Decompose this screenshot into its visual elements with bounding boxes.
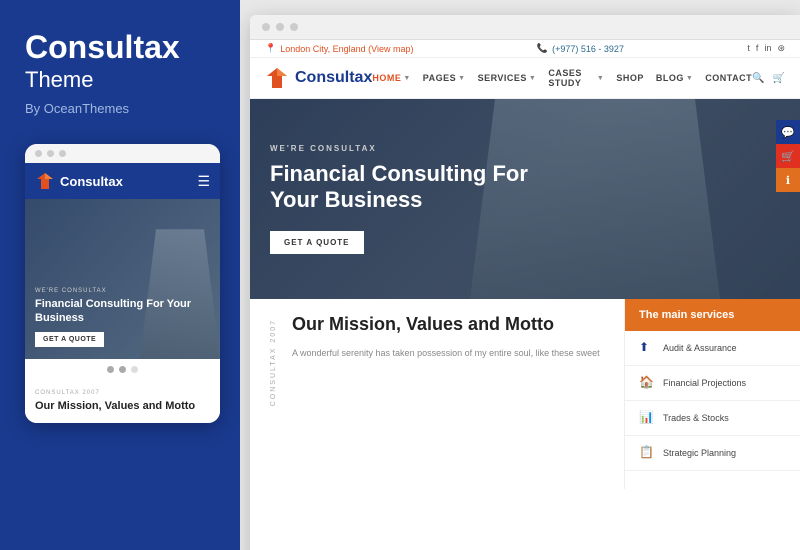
service-label-trades: Trades & Stocks bbox=[663, 413, 729, 423]
phone-icon: 📞 bbox=[537, 43, 548, 54]
desktop-brand-name: Consultax bbox=[295, 69, 372, 87]
service-label-financial: Financial Projections bbox=[663, 378, 746, 388]
mobile-pre-title: WE'RE CONSULTAX bbox=[35, 288, 210, 294]
facebook-icon[interactable]: f bbox=[756, 43, 759, 54]
nav-link-contact[interactable]: CONTACT bbox=[705, 73, 752, 83]
hero-content: WE'RE CONSULTAX Financial Consulting For… bbox=[270, 144, 530, 255]
mobile-logo-icon bbox=[35, 171, 55, 191]
left-panel: Consultax Theme By OceanThemes Consultax… bbox=[0, 0, 240, 550]
phone-text: 📞 (+977) 516 - 3927 bbox=[537, 43, 624, 54]
mobile-dot-3 bbox=[59, 150, 66, 157]
service-item-trades[interactable]: 📊 Trades & Stocks bbox=[625, 401, 800, 436]
action-btn-info[interactable]: ℹ bbox=[776, 168, 800, 192]
content-body: Our Mission, Values and Motto A wonderfu… bbox=[292, 314, 604, 360]
mobile-dot-1 bbox=[35, 150, 42, 157]
browser-dot-2 bbox=[276, 23, 284, 31]
nav-link-shop[interactable]: SHOP bbox=[616, 73, 644, 83]
cart-icon[interactable]: 🛒 bbox=[773, 73, 785, 84]
chevron-down-icon: ▼ bbox=[529, 75, 536, 82]
nav-link-blog[interactable]: BLOG ▼ bbox=[656, 73, 693, 83]
desktop-logo-area: Consultax bbox=[265, 66, 372, 90]
location-pin-icon: 📍 bbox=[265, 43, 276, 54]
browser-top-bar bbox=[250, 15, 800, 40]
nav-link-cases[interactable]: CASES STUDY ▼ bbox=[548, 68, 604, 88]
financial-icon: 🏠 bbox=[639, 375, 655, 391]
mobile-logo-area: Consultax bbox=[35, 171, 123, 191]
mobile-nav-dot-3[interactable] bbox=[131, 366, 138, 373]
hero-title: Financial Consulting For Your Business bbox=[270, 161, 530, 214]
mobile-dot-2 bbox=[47, 150, 54, 157]
browser-dot-1 bbox=[262, 23, 270, 31]
trades-icon: 📊 bbox=[639, 410, 655, 426]
action-btn-chat[interactable]: 💬 bbox=[776, 120, 800, 144]
mobile-nav-dot-1[interactable] bbox=[107, 366, 114, 373]
service-label-audit: Audit & Assurance bbox=[663, 343, 737, 353]
chevron-down-icon: ▼ bbox=[686, 75, 693, 82]
hamburger-icon[interactable]: ☰ bbox=[197, 173, 210, 190]
desktop-logo-icon bbox=[265, 66, 289, 90]
browser-mockup: 📍 London City, England (View map) 📞 (+97… bbox=[250, 15, 800, 550]
content-main: CONSULTAX 2007 Our Mission, Values and M… bbox=[250, 299, 625, 489]
mobile-top-bar bbox=[25, 144, 220, 163]
service-item-financial[interactable]: 🏠 Financial Projections bbox=[625, 366, 800, 401]
content-title: Our Mission, Values and Motto bbox=[292, 314, 604, 336]
strategic-icon: 📋 bbox=[639, 445, 655, 461]
social-icons: t f in ⊛ bbox=[747, 43, 785, 54]
twitter-icon[interactable]: t bbox=[747, 43, 750, 54]
mobile-mockup: Consultax ☰ WE'RE CONSULTAX Financial Co… bbox=[25, 144, 220, 423]
mobile-dots-bar bbox=[25, 359, 220, 380]
right-action-bar: 💬 🛒 ℹ bbox=[776, 120, 800, 192]
brand-subtitle: Theme bbox=[25, 67, 215, 93]
chevron-down-icon: ▼ bbox=[597, 75, 604, 82]
brand-title: Consultax bbox=[25, 30, 215, 65]
desktop-nav-icons: 🔍 🛒 bbox=[752, 73, 785, 84]
search-icon[interactable]: 🔍 bbox=[752, 73, 764, 84]
action-btn-cart[interactable]: 🛒 bbox=[776, 144, 800, 168]
rss-icon[interactable]: ⊛ bbox=[777, 43, 785, 54]
services-sidebar: The main services ⬆ Audit & Assurance 🏠 … bbox=[625, 299, 800, 489]
mobile-brand-name: Consultax bbox=[60, 174, 123, 189]
mobile-mission-title: Our Mission, Values and Motto bbox=[35, 399, 210, 413]
service-label-strategic: Strategic Planning bbox=[663, 448, 736, 458]
hero-pre-title: WE'RE CONSULTAX bbox=[270, 144, 530, 153]
service-item-audit[interactable]: ⬆ Audit & Assurance bbox=[625, 331, 800, 366]
location-text: 📍 London City, England (View map) bbox=[265, 43, 413, 54]
mobile-nav-dot-2[interactable] bbox=[119, 366, 126, 373]
desktop-nav-links: HOME ▼ PAGES ▼ SERVICES ▼ CASES STUDY ▼ … bbox=[372, 68, 752, 88]
brand-by: By OceanThemes bbox=[25, 101, 215, 116]
service-item-strategic[interactable]: 📋 Strategic Planning bbox=[625, 436, 800, 471]
services-header: The main services bbox=[625, 299, 800, 331]
mobile-hero-title: Financial Consulting For Your Business bbox=[35, 297, 210, 326]
mobile-cta-button[interactable]: GET A QUOTE bbox=[35, 332, 104, 347]
hero-cta-button[interactable]: GET A QUOTE bbox=[270, 231, 364, 254]
linkedin-icon[interactable]: in bbox=[764, 43, 771, 54]
browser-dot-3 bbox=[290, 23, 298, 31]
mobile-mission-pre: CONSULTAX 2007 bbox=[35, 390, 210, 396]
nav-link-pages[interactable]: PAGES ▼ bbox=[423, 73, 466, 83]
mobile-nav: Consultax ☰ bbox=[25, 163, 220, 199]
nav-link-services[interactable]: SERVICES ▼ bbox=[478, 73, 537, 83]
right-panel: 📍 London City, England (View map) 📞 (+97… bbox=[240, 0, 800, 550]
desktop-nav-top: 📍 London City, England (View map) 📞 (+97… bbox=[250, 40, 800, 58]
desktop-hero: WE'RE CONSULTAX Financial Consulting For… bbox=[250, 99, 800, 299]
mobile-hero: WE'RE CONSULTAX Financial Consulting For… bbox=[25, 199, 220, 359]
desktop-nav-main: Consultax HOME ▼ PAGES ▼ SERVICES ▼ CASE… bbox=[250, 58, 800, 99]
chevron-down-icon: ▼ bbox=[458, 75, 465, 82]
chevron-down-icon: ▼ bbox=[403, 75, 410, 82]
nav-link-home[interactable]: HOME ▼ bbox=[372, 73, 410, 83]
mobile-mission: CONSULTAX 2007 Our Mission, Values and M… bbox=[25, 380, 220, 423]
audit-icon: ⬆ bbox=[639, 340, 655, 356]
content-desc: A wonderful serenity has taken possessio… bbox=[292, 346, 604, 360]
content-pre: CONSULTAX 2007 bbox=[270, 319, 277, 406]
desktop-content: CONSULTAX 2007 Our Mission, Values and M… bbox=[250, 299, 800, 489]
